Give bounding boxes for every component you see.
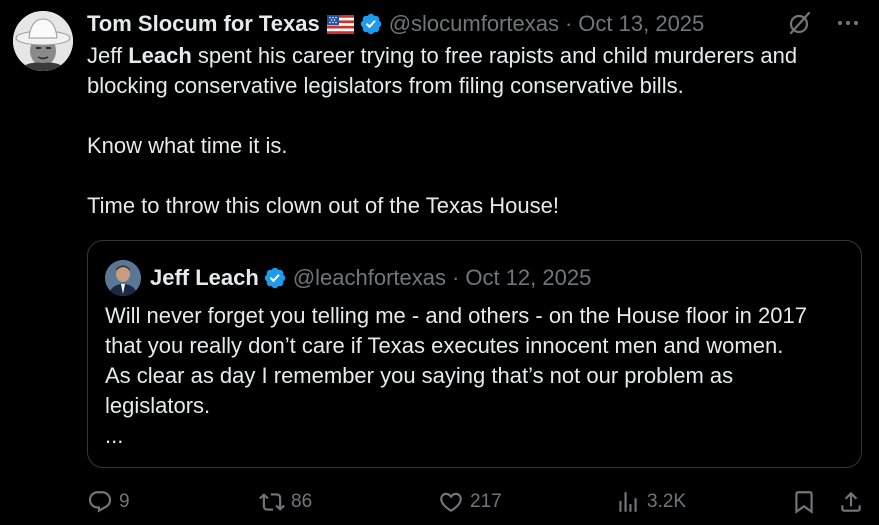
tweet-line-1: Jeff Leach spent his career trying to fr… <box>87 43 798 68</box>
quoted-tweet-date[interactable]: Oct 12, 2025 <box>465 265 591 291</box>
tweet-header: Tom Slocum for Texas @slocumfortexas · O… <box>87 9 704 39</box>
reply-count: 9 <box>119 491 130 512</box>
quoted-tweet-text: Will never forget you telling me - and o… <box>105 301 850 451</box>
verified-badge-icon[interactable] <box>359 12 383 36</box>
quoted-author-display-name[interactable]: Jeff Leach <box>150 265 259 291</box>
quoted-tweet[interactable]: Jeff Leach @leachfortexas · Oct 12, 2025… <box>87 240 862 468</box>
quoted-line-3: As clear as day I remember you saying th… <box>105 363 734 388</box>
grok-icon[interactable] <box>787 10 813 36</box>
heart-icon <box>440 492 462 512</box>
tweet-line-2: blocking conservative legislators from f… <box>87 73 684 98</box>
reply-icon <box>88 491 112 513</box>
tweet-line-3: Know what time it is. <box>87 133 288 158</box>
tweet-date[interactable]: Oct 13, 2025 <box>578 11 704 37</box>
repost-button[interactable]: 86 <box>259 487 312 517</box>
quoted-line-1: Will never forget you telling me - and o… <box>105 303 807 328</box>
views-chart-icon <box>619 492 637 512</box>
tweet-text: Jeff Leach spent his career trying to fr… <box>87 41 857 221</box>
separator-dot: · <box>452 265 460 290</box>
avatar-image <box>13 11 73 71</box>
repost-count: 86 <box>291 491 313 512</box>
quoted-avatar-image <box>105 260 141 296</box>
views-button[interactable]: 3.2K <box>615 487 686 517</box>
bookmark-icon <box>795 491 813 514</box>
bookmark-button[interactable] <box>791 487 817 517</box>
like-count: 217 <box>470 491 502 512</box>
verified-badge-icon[interactable] <box>263 266 287 290</box>
quoted-author-handle[interactable]: @leachfortexas <box>293 265 446 291</box>
like-button[interactable]: 217 <box>438 487 502 517</box>
quoted-author-avatar[interactable] <box>105 260 141 296</box>
highlighted-name: Leach <box>128 43 192 68</box>
quoted-tweet-header: Jeff Leach @leachfortexas · Oct 12, 2025 <box>105 260 591 296</box>
more-icon[interactable] <box>835 10 861 36</box>
views-count: 3.2K <box>647 491 687 512</box>
us-flag-icon <box>326 14 354 34</box>
quoted-line-5: ... <box>105 423 124 448</box>
author-display-name[interactable]: Tom Slocum for Texas <box>87 11 320 37</box>
repost-icon <box>259 493 285 511</box>
tweet-line-4: Time to throw this clown out of the Texa… <box>87 193 560 218</box>
action-bar: 9 86 217 3.2K <box>87 487 865 517</box>
quoted-line-2: that you really don’t care if Texas exec… <box>105 333 784 358</box>
tweet[interactable]: Tom Slocum for Texas @slocumfortexas · O… <box>0 0 879 525</box>
separator-dot: · <box>564 11 573 36</box>
author-avatar[interactable] <box>13 11 73 71</box>
reply-button[interactable]: 9 <box>87 487 130 517</box>
author-handle[interactable]: @slocumfortexas <box>389 11 559 37</box>
share-icon <box>841 491 861 512</box>
quoted-line-4: legislators. <box>105 393 211 418</box>
top-actions <box>787 10 861 36</box>
share-button[interactable] <box>838 487 864 517</box>
